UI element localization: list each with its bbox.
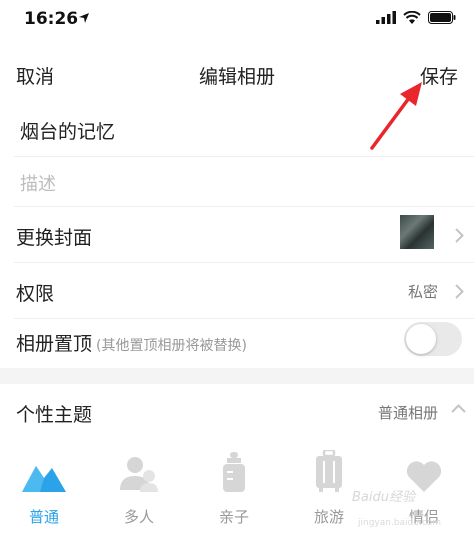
theme-option-label: 多人 xyxy=(123,508,154,526)
status-bar: 16:26 xyxy=(0,0,474,40)
theme-option-group[interactable]: 多人 xyxy=(99,448,179,527)
theme-option-label: 亲子 xyxy=(218,508,249,526)
location-arrow-icon xyxy=(79,13,89,23)
theme-option-label: 旅游 xyxy=(313,508,344,526)
mountain-icon xyxy=(22,466,66,492)
description-input[interactable]: 描述 xyxy=(20,170,56,196)
permission-value: 私密 xyxy=(407,283,438,301)
wifi-icon xyxy=(403,11,421,24)
people-icon xyxy=(120,457,158,492)
pin-label: 相册置顶 xyxy=(16,333,93,355)
section-divider xyxy=(0,368,474,384)
suitcase-icon xyxy=(316,450,342,492)
chevron-right-icon xyxy=(455,228,464,243)
theme-option-label: 普通 xyxy=(28,508,59,526)
pin-hint: (其他置顶相册将被替换) xyxy=(96,338,247,354)
cellular-signal-icon xyxy=(376,11,396,24)
album-name-input[interactable]: 烟台的记忆 xyxy=(20,117,115,144)
chevron-up-icon xyxy=(451,404,466,413)
pin-label-wrap: 相册置顶 (其他置顶相册将被替换) xyxy=(16,329,247,356)
theme-value: 普通相册 xyxy=(377,404,438,422)
watermark-url: jingyan.baidu.com xyxy=(358,518,442,528)
baby-bottle-icon xyxy=(223,452,245,492)
toggle-knob xyxy=(406,324,436,354)
pin-toggle[interactable] xyxy=(404,322,462,356)
cover-thumbnail xyxy=(400,215,434,249)
theme-label: 个性主题 xyxy=(16,404,93,426)
album-name-field[interactable]: 烟台的记忆 xyxy=(14,100,474,157)
battery-icon xyxy=(428,11,456,24)
status-time: 16:26 xyxy=(24,9,79,29)
description-field[interactable]: 描述 xyxy=(14,156,474,207)
theme-option-family[interactable]: 亲子 xyxy=(194,448,274,527)
theme-header-row[interactable]: 个性主题 普通相册 xyxy=(14,384,474,436)
permission-row[interactable]: 权限 私密 xyxy=(14,262,474,319)
change-cover-label: 更换封面 xyxy=(16,227,93,249)
permission-label: 权限 xyxy=(16,283,55,305)
watermark-brand: Baidu经验 xyxy=(352,490,415,505)
change-cover-row[interactable]: 更换封面 xyxy=(14,206,474,263)
pin-album-row: 相册置顶 (其他置顶相册将被替换) xyxy=(14,312,474,368)
chevron-right-icon xyxy=(455,284,464,299)
theme-option-normal[interactable]: 普通 xyxy=(4,448,84,527)
